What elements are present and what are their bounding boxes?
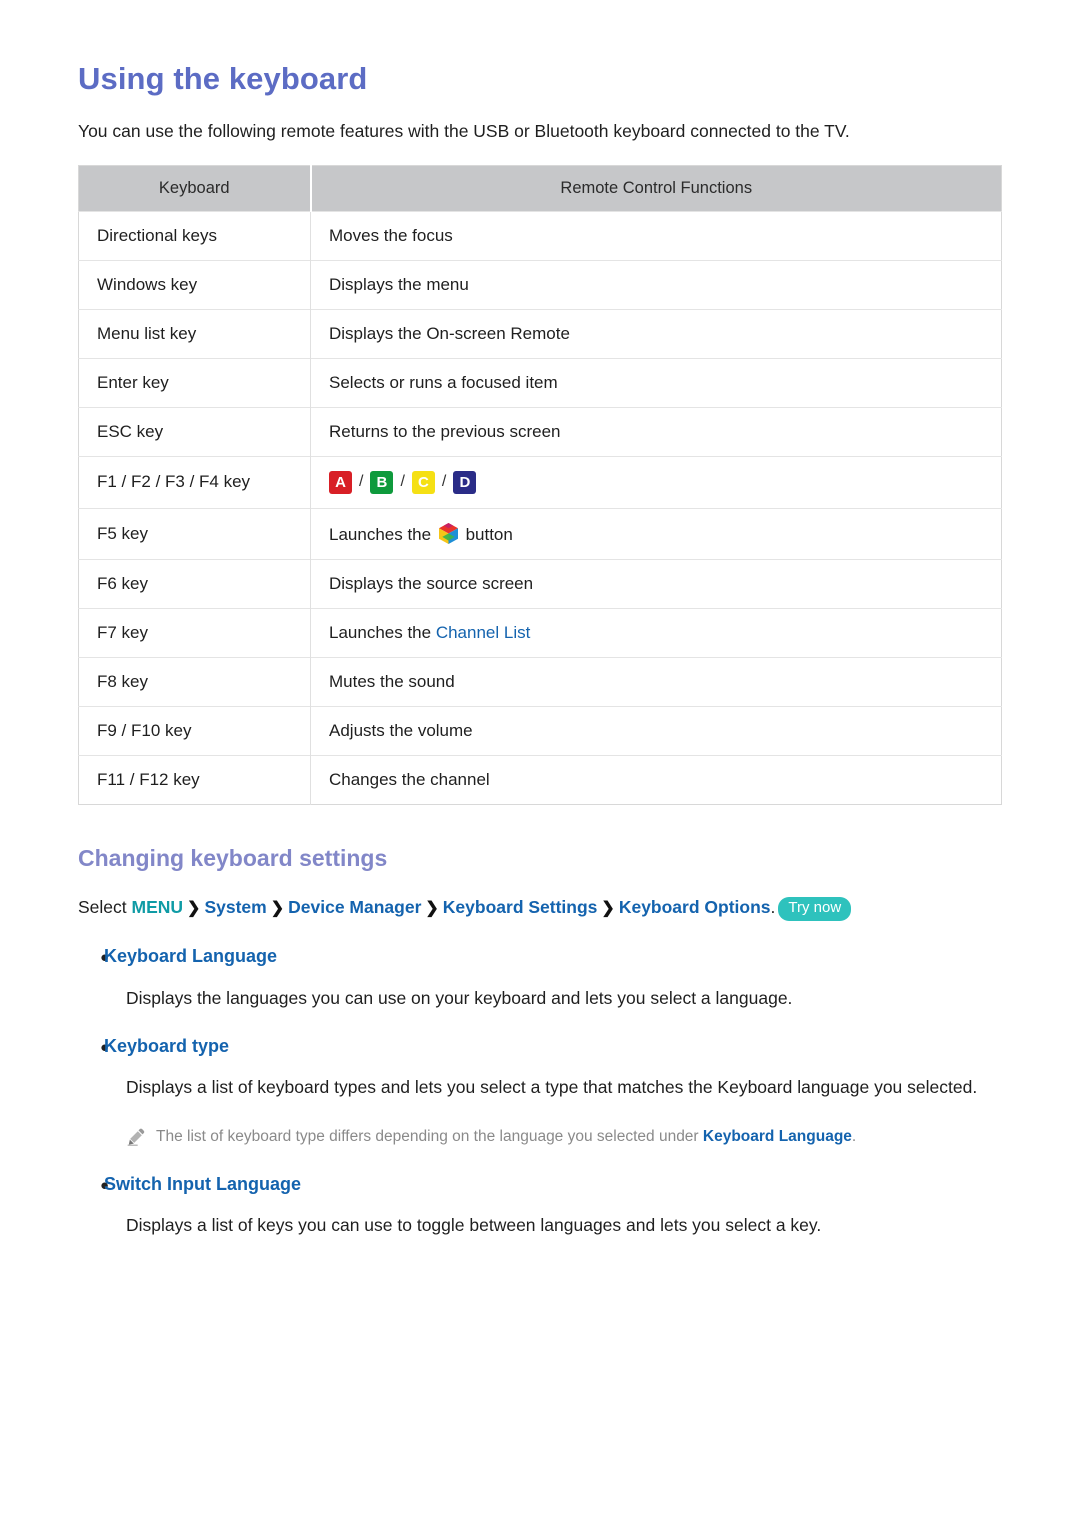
bullet-label-keyboard-type[interactable]: Keyboard type xyxy=(104,1035,229,1058)
table-row: F9 / F10 key Adjusts the volume xyxy=(78,705,1002,756)
chevron-icon: ❯ xyxy=(601,900,615,918)
note-row: The list of keyboard type differs depend… xyxy=(126,1126,1002,1148)
pencil-icon xyxy=(126,1127,156,1147)
chip-separator: / xyxy=(441,473,447,491)
color-button-c: C xyxy=(411,470,435,494)
table-cell-function-color-buttons: A / B / C / D xyxy=(310,455,1002,509)
document-page: Using the keyboard You can use the follo… xyxy=(0,0,1080,1527)
table-cell-key: F8 key xyxy=(78,656,311,707)
page-content: Using the keyboard You can use the follo… xyxy=(0,0,1080,1239)
section-title-changing-keyboard-settings: Changing keyboard settings xyxy=(78,844,388,871)
table-cell-function-smart-hub: Launches the button xyxy=(310,507,1002,560)
chevron-icon: ❯ xyxy=(270,900,285,918)
path-step-system[interactable]: System xyxy=(204,897,266,917)
table-row: F8 key Mutes the sound xyxy=(78,656,1002,707)
table-cell-key: ESC key xyxy=(78,406,311,457)
table-cell-key: Windows key xyxy=(78,259,311,310)
note-text-before: The list of keyboard type differs depend… xyxy=(156,1128,699,1146)
table-header: Keyboard Remote Control Functions xyxy=(78,165,1002,212)
table-row: F5 key Launches the button xyxy=(78,507,1002,560)
f5-prefix-text: Launches the xyxy=(329,524,432,544)
table-row: F11 / F12 key Changes the channel xyxy=(78,754,1002,805)
page-title: Using the keyboard xyxy=(78,61,368,96)
table-header-row: Keyboard Remote Control Functions xyxy=(78,165,1002,212)
channel-list-link[interactable]: Channel List xyxy=(436,623,531,642)
table-row: Directional keys Moves the focus xyxy=(78,210,1002,261)
table-cell-key: F11 / F12 key xyxy=(78,754,311,805)
chevron-icon: ❯ xyxy=(187,900,201,918)
color-button-group: A / B / C / D xyxy=(329,470,477,494)
bullet-icon: ● xyxy=(100,1038,110,1056)
list-item: ● Keyboard Language xyxy=(78,945,1002,968)
table-cell-function: Displays the On-screen Remote xyxy=(310,308,1002,359)
table-cell-function: Selects or runs a focused item xyxy=(310,357,1002,408)
table-row: F1 / F2 / F3 / F4 key A / B / C / D xyxy=(78,455,1002,509)
try-now-badge[interactable]: Try now xyxy=(778,897,852,921)
table-cell-key: Enter key xyxy=(78,357,311,408)
note-text-after: . xyxy=(851,1128,857,1146)
keyboard-functions-table: Keyboard Remote Control Functions Direct… xyxy=(78,164,1002,805)
path-step-keyboard-settings[interactable]: Keyboard Settings xyxy=(443,897,598,917)
body-switch-input-language: Displays a list of keys you can use to t… xyxy=(126,1215,822,1236)
table-cell-key: F5 key xyxy=(78,507,311,560)
table-cell-function: Mutes the sound xyxy=(310,656,1002,707)
intro-paragraph: You can use the following remote feature… xyxy=(78,121,850,142)
note-link-keyboard-language[interactable]: Keyboard Language xyxy=(703,1128,852,1145)
chip-separator: / xyxy=(359,473,364,491)
list-item: ● Keyboard type xyxy=(78,1035,1002,1058)
f5-suffix-text: button xyxy=(465,524,513,544)
color-button-a: A xyxy=(329,470,352,494)
menu-path-line: Select MENU ❯ System ❯ Device Manager ❯ Keyboa… xyxy=(78,894,1002,921)
select-word: Select xyxy=(78,897,127,918)
table-cell-function: Displays the menu xyxy=(310,259,1002,310)
table-row: Menu list key Displays the On-screen Rem… xyxy=(78,308,1002,359)
chevron-icon: ❯ xyxy=(425,900,439,918)
table-cell-function: Changes the channel xyxy=(310,754,1002,805)
bullet-label-switch-input-language[interactable]: Switch Input Language xyxy=(104,1173,301,1196)
body-keyboard-type: Displays a list of keyboard types and le… xyxy=(126,1077,978,1098)
path-step-device-manager[interactable]: Device Manager xyxy=(288,897,421,917)
table-cell-function-channel-list: Launches the Channel List xyxy=(310,607,1002,658)
chip-separator: / xyxy=(400,473,405,491)
path-period: . xyxy=(770,897,776,918)
table-cell-key: F7 key xyxy=(78,607,311,658)
table-cell-key: F9 / F10 key xyxy=(78,705,311,756)
table-cell-key: F6 key xyxy=(78,558,311,609)
table-body: Directional keys Moves the focus Windows… xyxy=(78,210,1002,805)
table-row: Enter key Selects or runs a focused item xyxy=(78,357,1002,408)
color-button-b: B xyxy=(370,470,394,494)
table-cell-function: Displays the source screen xyxy=(310,558,1002,609)
table-cell-function: Moves the focus xyxy=(310,210,1002,261)
table-row: F7 key Launches the Channel List xyxy=(78,607,1002,658)
table-cell-function: Adjusts the volume xyxy=(310,705,1002,756)
bullet-icon: ● xyxy=(100,1176,110,1194)
note-text: The list of keyboard type differs depend… xyxy=(156,1126,856,1148)
smart-hub-icon xyxy=(438,522,458,544)
menu-keyword[interactable]: MENU xyxy=(132,897,184,917)
table-row: ESC key Returns to the previous screen xyxy=(78,406,1002,457)
body-keyboard-language: Displays the languages you can use on yo… xyxy=(126,987,793,1008)
bullet-icon: ● xyxy=(100,949,110,967)
table-row: Windows key Displays the menu xyxy=(78,259,1002,310)
color-button-d: D xyxy=(453,470,477,494)
table-cell-key: Directional keys xyxy=(78,210,311,261)
table-row: F6 key Displays the source screen xyxy=(78,558,1002,609)
path-step-keyboard-options[interactable]: Keyboard Options xyxy=(619,897,771,917)
table-cell-function: Returns to the previous screen xyxy=(310,406,1002,457)
table-header-functions: Remote Control Functions xyxy=(310,165,1002,212)
f7-prefix-text: Launches the xyxy=(329,622,432,642)
table-cell-key: Menu list key xyxy=(78,308,311,359)
table-cell-key: F1 / F2 / F3 / F4 key xyxy=(78,455,311,509)
list-item: ● Switch Input Language xyxy=(78,1173,1002,1196)
bullet-label-keyboard-language[interactable]: Keyboard Language xyxy=(104,945,277,968)
table-header-keyboard: Keyboard xyxy=(78,165,312,212)
